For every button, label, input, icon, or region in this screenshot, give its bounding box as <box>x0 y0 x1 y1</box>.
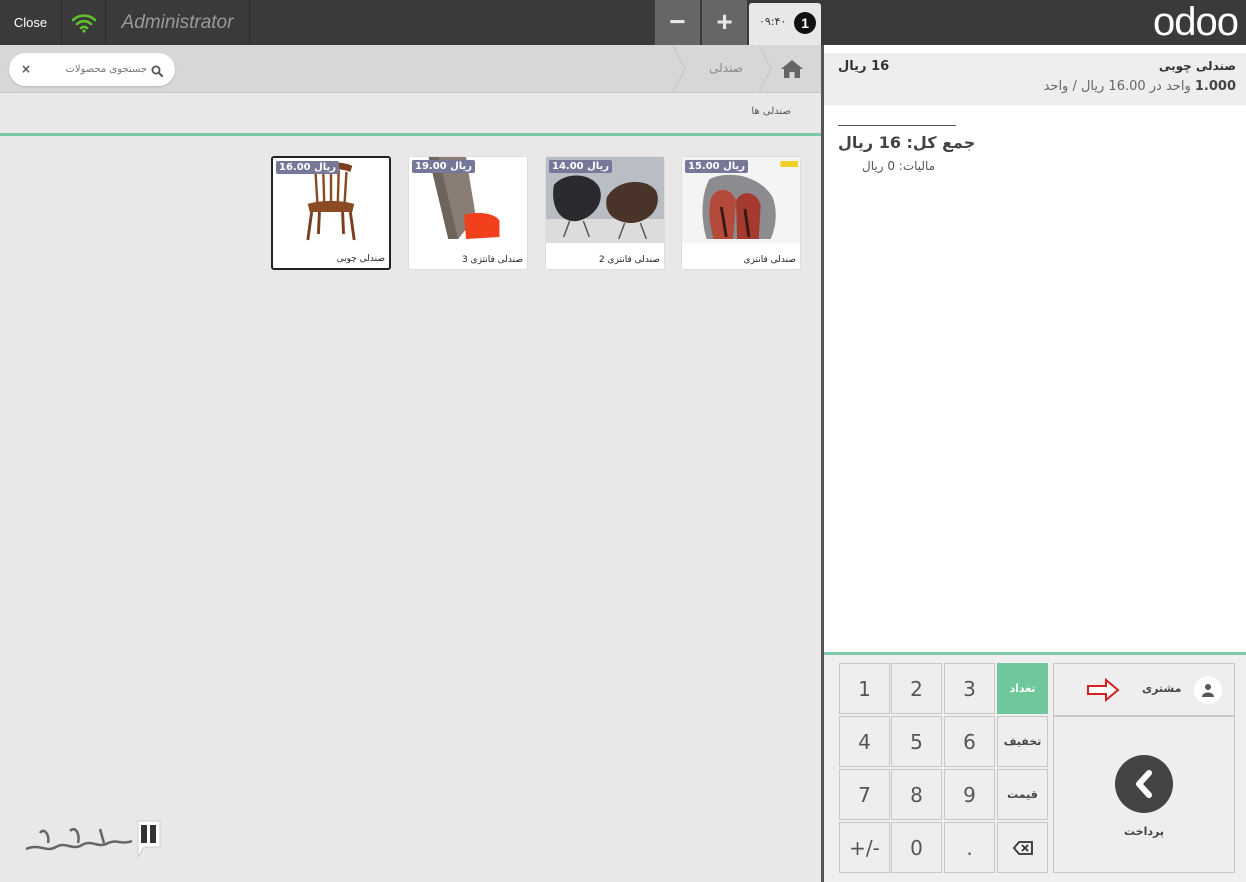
price-badge: 14.00 ریال <box>549 160 613 173</box>
user-name: Administrator <box>106 0 250 45</box>
product-card-wooden-chair[interactable]: 16.00 ریال صندلی چوبی <box>271 156 391 270</box>
product-card-fancy-chair[interactable]: 15.00 ریال صندلی فانتزی <box>681 156 801 270</box>
payment-button[interactable]: پرداخت <box>1053 716 1235 873</box>
numpad-key-4[interactable]: 4 <box>839 716 890 767</box>
order-total: جمع کل: 16 ریال <box>838 133 976 152</box>
wifi-icon <box>62 0 106 45</box>
home-icon <box>781 59 803 78</box>
numpad-key-3[interactable]: 3 <box>944 663 995 714</box>
order-tax: مالیات: 0 ریال <box>862 159 936 173</box>
action-pad: 1 2 3 تعداد 4 5 6 تخفیف 7 8 9 قیمت +/- 0… <box>824 655 1246 882</box>
total-separator <box>838 125 956 126</box>
product-name: صندلی فانتزی 2 <box>598 255 660 265</box>
new-order-button[interactable]: + <box>702 0 747 45</box>
numpad-key-7[interactable]: 7 <box>839 769 890 820</box>
category-title: صندلی ها <box>751 106 791 117</box>
numpad-backspace-button[interactable] <box>997 822 1048 873</box>
mode-discount-button[interactable]: تخفیف <box>997 716 1048 767</box>
order-panel: صندلی چوبی 16 ریال 1.000 واحد در 16.00 ر… <box>824 45 1246 882</box>
numpad-key-9[interactable]: 9 <box>944 769 995 820</box>
numpad-key-5[interactable]: 5 <box>891 716 942 767</box>
numpad-key-1[interactable]: 1 <box>839 663 890 714</box>
order-line-price: 16 ریال <box>838 59 890 74</box>
mode-price-button[interactable]: قیمت <box>997 769 1048 820</box>
product-name: صندلی فانتزی <box>743 255 796 265</box>
product-card-fancy-chair-2[interactable]: 14.00 ریال صندلی فانتزی 2 <box>545 156 665 270</box>
order-line-name: صندلی چوبی <box>1158 59 1236 73</box>
numpad-key-plus-minus[interactable]: +/- <box>839 822 890 873</box>
close-button[interactable]: Close <box>0 0 62 45</box>
order-tab[interactable]: ۰۹:۴۰ 1 <box>749 3 821 45</box>
user-icon <box>1194 676 1222 704</box>
home-button[interactable] <box>763 45 821 92</box>
backspace-icon <box>1012 841 1033 855</box>
price-badge: 16.00 ریال <box>276 161 340 174</box>
order-time: ۰۹:۴۰ <box>759 15 787 28</box>
product-card-fancy-chair-3[interactable]: 19.00 ریال صندلی فانتزی 3 <box>408 156 528 270</box>
numpad-key-dot[interactable]: . <box>944 822 995 873</box>
numpad-key-2[interactable]: 2 <box>891 663 942 714</box>
order-line[interactable]: صندلی چوبی 16 ریال 1.000 واحد در 16.00 ر… <box>824 53 1246 105</box>
odoo-logo: odoo <box>1153 0 1239 44</box>
remove-order-button[interactable]: − <box>655 0 700 45</box>
arrow-right-icon <box>1086 677 1120 706</box>
search-icon <box>151 62 163 81</box>
price-badge: 19.00 ریال <box>412 160 476 173</box>
search-input[interactable] <box>39 59 147 79</box>
search-box: × <box>9 53 175 86</box>
breadcrumb-category[interactable]: صندلی <box>689 45 763 92</box>
order-line-info: 1.000 واحد در 16.00 ریال / واحد <box>1044 79 1236 94</box>
order-number-badge: 1 <box>794 12 816 34</box>
payment-label: پرداخت <box>1124 825 1164 838</box>
clear-search-icon[interactable]: × <box>21 62 31 76</box>
price-badge: 15.00 ریال <box>685 160 749 173</box>
numpad-key-0[interactable]: 0 <box>891 822 942 873</box>
order-line-unit-info: واحد در 16.00 ریال / واحد <box>1043 79 1191 94</box>
breadcrumb-separator <box>672 45 686 92</box>
mode-quantity-button[interactable]: تعداد <box>997 663 1048 714</box>
divider <box>0 133 821 136</box>
order-line-qty: 1.000 <box>1194 79 1236 94</box>
breadcrumb: × صندلی <box>0 45 821 93</box>
numpad-key-8[interactable]: 8 <box>891 769 942 820</box>
product-screen: × صندلی صندلی ها 15.00 ریال صندلی فانتزی <box>0 45 821 882</box>
customer-button[interactable]: مشتری <box>1053 663 1235 716</box>
chevron-left-icon <box>1115 755 1173 813</box>
watermark-logo <box>25 820 161 859</box>
customer-label: مشتری <box>1142 682 1182 695</box>
top-bar: Close Administrator − + ۰۹:۴۰ 1 odoo <box>0 0 1246 45</box>
numpad-key-6[interactable]: 6 <box>944 716 995 767</box>
product-name: صندلی فانتزی 3 <box>461 255 523 265</box>
product-name: صندلی چوبی <box>336 254 385 264</box>
